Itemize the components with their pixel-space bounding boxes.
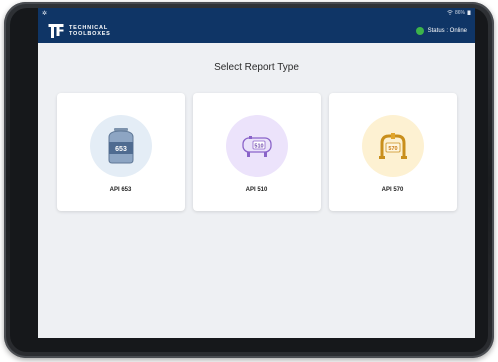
brand-logo: TECHNICAL TOOLBOXES <box>48 23 111 39</box>
system-status-right: 86% <box>447 9 471 17</box>
card-icon-circle: 510 <box>225 115 288 177</box>
card-icon-text: 570 <box>388 146 397 152</box>
report-card-api-570[interactable]: 570 API 570 <box>328 93 457 211</box>
logo-line-2: TOOLBOXES <box>69 30 111 37</box>
page-title: Select Report Type <box>214 62 299 73</box>
status-dot-icon <box>415 26 424 35</box>
report-type-cards: 653 API 653 510 API 510 570 API 570 <box>38 93 475 211</box>
storage-tank-icon: 653 <box>108 128 133 164</box>
status-text: Status : Online <box>427 27 467 34</box>
logo-wordmark: TECHNICAL TOOLBOXES <box>69 25 111 37</box>
connection-status: Status : Online <box>415 26 467 35</box>
piping-icon: 570 <box>378 133 407 159</box>
tablet-bezel: ✲ 86% TECHNICAL TOOLBOXES Status: Onlin… <box>10 8 488 352</box>
logo-mark-icon <box>48 23 64 38</box>
app-header: TECHNICAL TOOLBOXES Status : Online <box>38 18 475 43</box>
card-label: API 653 <box>109 187 132 193</box>
battery-text: 86% <box>454 10 465 16</box>
logo-line-1: TECHNICAL <box>69 24 108 31</box>
card-icon-text: 510 <box>254 143 263 149</box>
pressure-vessel-icon: 510 <box>241 136 272 157</box>
card-label: API 570 <box>381 187 404 193</box>
card-label: API 510 <box>245 187 268 193</box>
card-icon-circle: 653 <box>89 115 152 177</box>
system-status-bar: ✲ 86% <box>38 8 475 18</box>
gear-icon: ✲ <box>42 10 48 17</box>
report-card-api-653[interactable]: 653 API 653 <box>56 93 185 211</box>
card-icon-circle: 570 <box>361 115 424 177</box>
screen: ✲ 86% TECHNICAL TOOLBOXES Status: Onlin… <box>38 8 475 338</box>
wifi-icon <box>447 9 453 17</box>
card-icon-text: 653 <box>115 146 127 153</box>
tablet-frame: ✲ 86% TECHNICAL TOOLBOXES Status: Onlin… <box>4 2 494 358</box>
battery-icon <box>467 10 471 17</box>
report-card-api-510[interactable]: 510 API 510 <box>192 93 321 211</box>
